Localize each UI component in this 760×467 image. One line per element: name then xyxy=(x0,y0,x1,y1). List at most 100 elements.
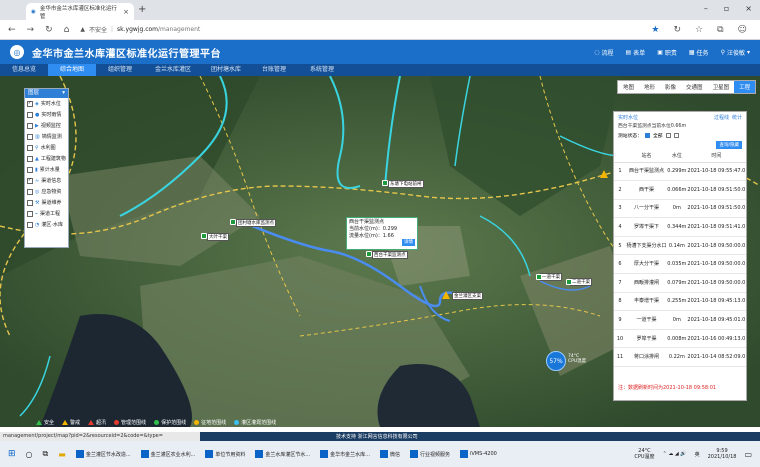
nav-item-org[interactable]: 组织管理 xyxy=(96,64,144,76)
new-tab-icon[interactable]: + xyxy=(138,4,146,15)
table-row[interactable]: 6 厚大分干渠 0.035m 2021-10-18 09:50:00.0 xyxy=(614,254,746,275)
header-link-flow[interactable]: ◌ 流程 xyxy=(594,48,613,57)
back-icon[interactable]: ← xyxy=(8,25,16,35)
search-icon[interactable]: ○ xyxy=(26,450,33,459)
ime-indicator[interactable]: 英 xyxy=(695,451,700,458)
layer-checkbox[interactable] xyxy=(27,210,33,217)
map-label[interactable]: 二道干渠 xyxy=(570,278,592,286)
map-type-option[interactable]: 影像 xyxy=(660,81,681,93)
layer-checkbox[interactable] xyxy=(27,199,33,206)
close-window-icon[interactable]: × xyxy=(745,4,752,13)
weather-widget[interactable]: 24°C CPU温度 xyxy=(634,448,654,460)
filter-all-checkbox[interactable] xyxy=(645,133,650,138)
layer-item[interactable]: ● 实时雨情 xyxy=(25,109,68,120)
reload-icon[interactable]: ↻ xyxy=(45,25,53,35)
taskbar-app[interactable]: 微信 xyxy=(379,450,400,458)
layer-item[interactable]: ⚒ 渠道维养 xyxy=(25,197,68,208)
layer-checkbox[interactable] xyxy=(27,144,33,151)
filter-checkbox[interactable] xyxy=(673,133,679,138)
station-marker[interactable] xyxy=(230,219,236,225)
layer-item[interactable]: ⚲ 水利图 xyxy=(25,142,68,153)
table-row[interactable]: 5 杨漕下支渠分水口 0.14m 2021-10-18 09:50:00.0 xyxy=(614,236,746,256)
forward-icon[interactable]: → xyxy=(27,25,35,35)
taskbar-app[interactable]: iVMS-4200 xyxy=(459,450,497,458)
tab-close-icon[interactable]: × xyxy=(123,8,129,16)
popup-detail-button[interactable]: 详情 xyxy=(402,239,415,246)
station-marker[interactable] xyxy=(536,274,542,280)
map-label[interactable]: 团村塘水库监测点 xyxy=(236,219,276,227)
table-row[interactable]: 9 一道干渠 0m 2021-10-18 09:45:01.0 xyxy=(614,310,746,330)
header-link-duty[interactable]: ▣ 职责 xyxy=(657,48,677,57)
map-type-option[interactable]: 卫星图 xyxy=(708,81,735,93)
taskbar-app[interactable]: 金华市金兰水库... xyxy=(320,450,370,458)
layer-checkbox[interactable]: ✓ xyxy=(27,177,33,184)
file-explorer-icon[interactable]: ▬ xyxy=(58,450,66,459)
cpu-badge[interactable]: 57% xyxy=(546,351,566,371)
layer-checkbox[interactable] xyxy=(27,221,33,228)
map-label[interactable]: 大叶干渠 xyxy=(207,233,229,241)
taskbar-app[interactable]: 行业视频服务 xyxy=(409,450,450,458)
map-label[interactable]: 西台干渠监测点 xyxy=(372,251,408,259)
nav-item-map[interactable]: 综合地图 xyxy=(48,64,96,76)
map-label[interactable]: 金兰灌区支渠 xyxy=(452,292,483,300)
column-header[interactable]: 水位 xyxy=(667,150,687,163)
map-type-option[interactable]: 地形 xyxy=(639,81,660,93)
statistics-link[interactable]: 统计 xyxy=(732,114,742,121)
warning-marker[interactable] xyxy=(442,291,450,299)
start-icon[interactable]: ⊞ xyxy=(8,449,16,459)
layer-checkbox[interactable] xyxy=(27,133,33,140)
taskbar-app[interactable]: 单位节用资料 xyxy=(205,450,245,458)
table-row[interactable]: 11 蒋口涂排闸 0.22m 2021-10-14 08:52:09.0 xyxy=(614,347,746,368)
station-marker[interactable] xyxy=(366,251,372,257)
column-header[interactable]: 站名 xyxy=(626,150,667,163)
station-marker[interactable] xyxy=(382,180,388,186)
layer-checkbox[interactable] xyxy=(27,122,33,129)
layer-item[interactable]: ⌁ 渠道工程 xyxy=(25,208,68,219)
url-input[interactable]: ▲ 不安全 | sk.ygwjg.com/management xyxy=(80,23,640,37)
table-row[interactable]: 8 丰泰增干渠 0.255m 2021-10-18 09:45:13.0 xyxy=(614,292,746,312)
query-button[interactable]: 查询/隐藏 xyxy=(716,141,742,149)
layer-checkbox[interactable] xyxy=(27,166,33,173)
profile-icon[interactable]: ☺ xyxy=(738,25,747,35)
clock[interactable]: 9:59 2021/10/18 xyxy=(708,448,737,460)
map-type-option[interactable]: 交通图 xyxy=(681,81,708,93)
table-row[interactable]: 10 罗埠干渠 0.008m 2021-10-16 00:49:13.0 xyxy=(614,329,746,349)
layer-item[interactable]: ◔ 灌区·水库 xyxy=(25,219,68,230)
collections-icon[interactable]: ⧉ xyxy=(717,25,723,35)
refresh-extension-icon[interactable]: ↻ xyxy=(673,25,681,35)
table-row[interactable]: 1 西台干渠监测点 0.299m 2021-10-18 09:55:47.0 xyxy=(614,162,746,182)
header-user-menu[interactable]: ⚲ 汪俊敏 ▾ xyxy=(721,48,750,57)
browser-tab[interactable]: ◉ 金华市金兰水库灌区标准化运行管 × xyxy=(26,3,134,20)
layer-checkbox[interactable] xyxy=(27,155,33,162)
taskbar-app[interactable]: 金兰灌区节水改造... xyxy=(75,450,131,458)
map-type-option[interactable]: 地图 xyxy=(618,81,639,93)
filter-checkbox[interactable] xyxy=(665,133,671,138)
column-header[interactable]: 时间 xyxy=(686,150,746,163)
nav-item-system[interactable]: 系统管理 xyxy=(298,64,346,76)
task-view-icon[interactable]: ⧉ xyxy=(43,449,49,459)
notification-icon[interactable]: ▭ xyxy=(744,450,752,459)
map-label[interactable]: 东塘下电站前闸 xyxy=(388,180,424,188)
layer-checkbox[interactable] xyxy=(27,188,33,195)
minimize-icon[interactable]: – xyxy=(704,4,708,13)
maximize-icon[interactable]: ▫ xyxy=(724,4,729,13)
collapse-icon[interactable]: ▾ xyxy=(62,89,65,98)
layer-checkbox[interactable]: ✓ xyxy=(27,100,33,107)
layer-item[interactable]: ✓ ◈ 实时水位 xyxy=(25,98,68,109)
nav-item-tuancun[interactable]: 团村塘水库 xyxy=(202,64,250,76)
header-link-task[interactable]: ▦ 任务 xyxy=(689,48,709,57)
layer-item[interactable]: ▲ 工程建筑物 xyxy=(25,153,68,164)
station-marker[interactable] xyxy=(566,279,572,285)
warning-marker[interactable] xyxy=(600,170,608,178)
favorite-star-icon[interactable]: ★ xyxy=(651,25,659,35)
layer-panel-header[interactable]: 图层 ▾ xyxy=(25,89,68,98)
layer-item[interactable]: ✓ ≈ 渠道信息 xyxy=(25,175,68,186)
table-row[interactable]: 2 西干渠 0.066m 2021-10-18 09:51:50.0 xyxy=(614,180,746,200)
home-icon[interactable]: ⌂ xyxy=(64,25,70,35)
layer-checkbox[interactable] xyxy=(27,111,33,118)
taskbar-app[interactable]: 金兰水库灌区节水... xyxy=(255,450,310,458)
favorites-icon[interactable]: ☆ xyxy=(695,25,703,35)
map-label[interactable]: 一道干渠 xyxy=(540,273,562,281)
layer-item[interactable]: ▶ 视频监控 xyxy=(25,120,68,131)
layer-item[interactable]: ◎ 应急物资 xyxy=(25,186,68,197)
